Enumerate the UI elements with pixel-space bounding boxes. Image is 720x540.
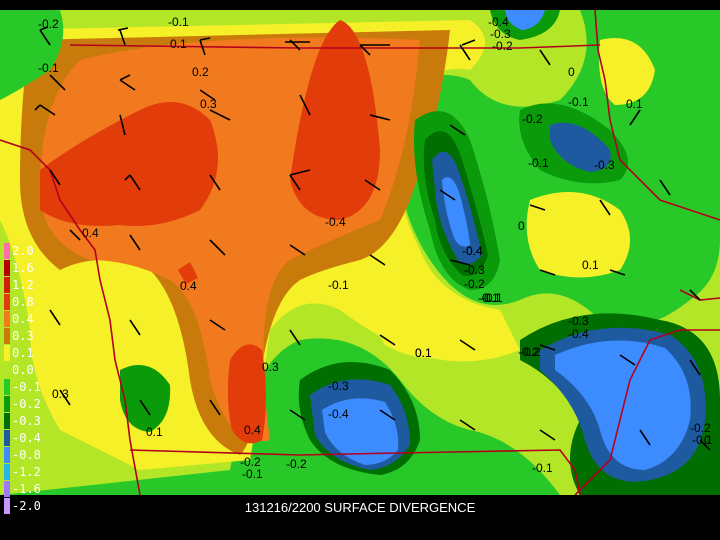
legend-label: -0.3 — [12, 413, 41, 428]
legend-row: -0.3 — [4, 412, 64, 429]
legend-label: 0.1 — [12, 345, 34, 360]
contour-label: 0.1 — [582, 258, 599, 272]
legend-swatch — [4, 395, 10, 412]
legend-swatch — [4, 378, 10, 395]
legend-swatch — [4, 242, 10, 259]
legend-swatch — [4, 327, 10, 344]
legend-label: 0.8 — [12, 294, 34, 309]
legend-row: -0.2 — [4, 395, 64, 412]
divergence-map: -0.2 -0.1 0.1 -0.1 0.2 0.3 -0.4 0.4 0.4 … — [0, 9, 720, 540]
contour-label: 0 — [518, 219, 525, 233]
contour-label: -0.3 — [568, 314, 589, 328]
legend-row: -0.4 — [4, 429, 64, 446]
contour-label: -0.3 — [594, 158, 615, 172]
legend-row: 0.3 — [4, 327, 64, 344]
legend-label: -0.4 — [12, 430, 41, 445]
contour-label: -0.4 — [325, 215, 346, 229]
legend-label: -0.1 — [12, 379, 41, 394]
legend-row: -1.2 — [4, 463, 64, 480]
contour-label: -0.1 — [528, 156, 549, 170]
legend-swatch — [4, 429, 10, 446]
contour-label: 0.4 — [82, 226, 99, 240]
contour-label: 0.1 — [415, 346, 432, 360]
legend-row: 1.6 — [4, 259, 64, 276]
contour-label: 0.1 — [170, 37, 187, 51]
contour-label: -0.2 — [492, 39, 513, 53]
legend-label: -0.2 — [12, 396, 41, 411]
map-caption: 131216/2200 SURFACE DIVERGENCE — [244, 500, 476, 515]
legend-swatch — [4, 480, 10, 497]
legend-swatch — [4, 463, 10, 480]
legend-label: 1.6 — [12, 260, 34, 275]
legend-label: 1.2 — [12, 277, 34, 292]
legend-label: 2.0 — [12, 243, 34, 258]
legend-label: -1.6 — [12, 481, 41, 496]
contour-label: -0.3 — [464, 263, 485, 277]
contour-label: -0.3 — [328, 379, 349, 393]
color-legend: 2.0 1.6 1.2 0.8 0.4 0.3 0.1 0.0 -0.1 -0.2 -0.3 -0.4… — [4, 242, 64, 514]
legend-swatch — [4, 361, 10, 378]
contour-label: -0.1 — [482, 291, 503, 305]
contour-label: 0.3 — [262, 360, 279, 374]
contour-label: 0.4 — [180, 279, 197, 293]
legend-row: -1.6 — [4, 480, 64, 497]
legend-swatch — [4, 259, 10, 276]
legend-row: 0.8 — [4, 293, 64, 310]
contour-label: -0.2 — [522, 112, 543, 126]
contour-label: 0.2 — [192, 65, 209, 79]
legend-row: 0.1 — [4, 344, 64, 361]
contour-label: -0.1 — [532, 461, 553, 475]
legend-row: 0.4 — [4, 310, 64, 327]
contour-label: -0.1 — [328, 278, 349, 292]
legend-swatch — [4, 310, 10, 327]
legend-swatch — [4, 344, 10, 361]
contour-label: 0.3 — [200, 97, 217, 111]
legend-row: -0.8 — [4, 446, 64, 463]
contour-label: -0.1 — [38, 61, 59, 75]
contour-label: -0.2 — [38, 17, 59, 31]
legend-label: -1.2 — [12, 464, 41, 479]
contour-label: -0.1 — [568, 95, 589, 109]
legend-label: 0.0 — [12, 362, 34, 377]
legend-row: -0.1 — [4, 378, 64, 395]
contour-label: -0.1 — [168, 15, 189, 29]
contour-label: -0.4 — [568, 327, 589, 341]
legend-label: 0.3 — [12, 328, 34, 343]
contour-label: 0.1 — [146, 425, 163, 439]
legend-row: 0.0 — [4, 361, 64, 378]
contour-label: -0.2 — [520, 345, 541, 359]
contour-label: 0.4 — [244, 423, 261, 437]
legend-row: 2.0 — [4, 242, 64, 259]
legend-row: 1.2 — [4, 276, 64, 293]
legend-label: -0.8 — [12, 447, 41, 462]
legend-swatch — [4, 293, 10, 310]
contour-label: 0.1 — [626, 97, 643, 111]
contour-label: -0.2 — [464, 277, 485, 291]
contour-label: -0.2 — [286, 457, 307, 471]
contour-label: -0.4 — [462, 244, 483, 258]
legend-swatch — [4, 276, 10, 293]
legend-swatch — [4, 446, 10, 463]
contour-label: -0.4 — [328, 407, 349, 421]
contour-label: -0.1 — [242, 467, 263, 481]
contour-label: 0 — [568, 65, 575, 79]
legend-label: 0.4 — [12, 311, 34, 326]
legend-swatch — [4, 412, 10, 429]
contour-label: 0 — [704, 433, 711, 447]
